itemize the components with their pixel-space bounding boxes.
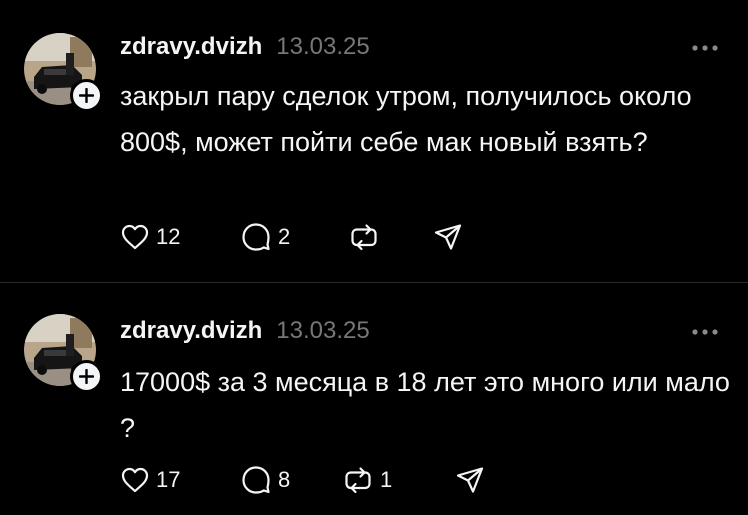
avatar-container[interactable]	[24, 314, 103, 393]
share-icon	[434, 224, 462, 250]
post-header: zdravy.dvizh 13.03.25	[120, 29, 370, 65]
more-icon	[692, 329, 718, 335]
follow-button[interactable]	[70, 360, 103, 393]
username[interactable]: zdravy.dvizh	[120, 317, 262, 345]
plus-icon	[79, 369, 94, 384]
comment-icon	[242, 466, 270, 494]
username[interactable]: zdravy.dvizh	[120, 33, 262, 61]
timestamp[interactable]: 13.03.25	[276, 33, 369, 61]
reply-count: 8	[278, 467, 291, 492]
reply-count: 2	[278, 224, 291, 249]
post-text: закрыл пару сделок утром, получилось око…	[120, 81, 692, 157]
comment-icon	[242, 223, 270, 251]
post-header: zdravy.dvizh 13.03.25	[120, 313, 370, 349]
like-button[interactable]: 12	[120, 217, 180, 257]
plus-icon	[79, 88, 94, 103]
heart-icon	[121, 224, 149, 250]
post-actions: 12 2	[120, 217, 540, 257]
repost-button[interactable]	[348, 217, 386, 257]
more-icon	[692, 45, 718, 51]
like-count: 12	[156, 224, 181, 249]
more-button[interactable]	[690, 38, 720, 58]
like-button[interactable]: 17	[120, 460, 180, 500]
reply-button[interactable]: 2	[240, 217, 290, 257]
thread-post[interactable]: zdravy.dvizh 13.03.25 17000$ за 3 месяца…	[0, 283, 748, 515]
share-button[interactable]	[432, 217, 464, 257]
repost-button[interactable]: 1	[342, 460, 392, 500]
thread-post[interactable]: zdravy.dvizh 13.03.25 закрыл пару сделок…	[0, 0, 748, 282]
post-actions: 17 8 1	[120, 460, 540, 500]
share-button[interactable]	[454, 460, 486, 500]
repost-icon	[351, 224, 377, 251]
share-icon	[456, 467, 484, 493]
reply-button[interactable]: 8	[240, 460, 290, 500]
follow-button[interactable]	[70, 79, 103, 112]
post-text: 17000$ за 3 месяца в 18 лет это много ил…	[120, 367, 730, 443]
repost-count: 1	[380, 467, 393, 492]
heart-icon	[121, 467, 149, 493]
more-button[interactable]	[690, 322, 720, 342]
repost-icon	[345, 467, 371, 494]
avatar-container[interactable]	[24, 33, 103, 112]
like-count: 17	[156, 467, 181, 492]
timestamp[interactable]: 13.03.25	[276, 317, 369, 345]
